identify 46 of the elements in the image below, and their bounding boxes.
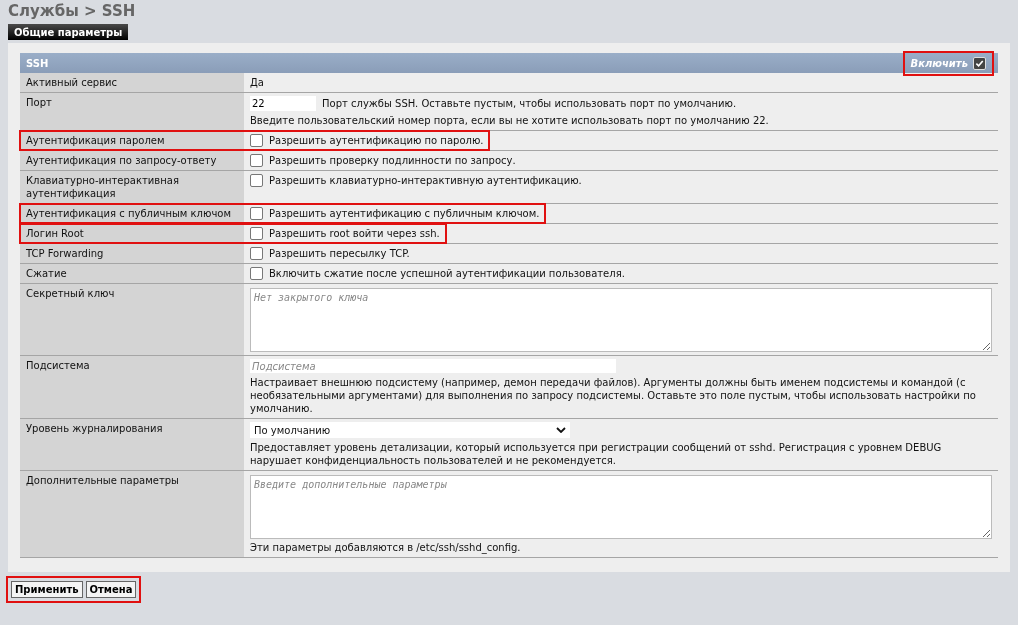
field-label: Аутентификация паролем: [20, 131, 244, 150]
field-label: Клавиатурно-интерактивная аутентификация: [20, 171, 244, 203]
form-button[interactable]: Отмена: [85, 581, 137, 598]
checkbox-label: Разрешить root войти через ssh.: [269, 227, 440, 240]
field-label: TCP Forwarding: [20, 244, 244, 263]
checkbox-label: Разрешить аутентификацию с публичным ключом.: [269, 207, 540, 220]
field-description: Настраивает внешнюю подсистему (например, демон передачи файлов). Аргументы должны быть именем подсистемы и командой (с необязательными аргументами) для выполнения по запросу подсистемы. Оставьте это поле пустым, чтобы использовать настройки по умолчанию.: [250, 376, 977, 415]
field-label: Аутентификация по запросу-ответу: [20, 151, 244, 170]
input-field[interactable]: Подсистема: [250, 359, 616, 373]
checkbox[interactable]: [250, 154, 263, 167]
field-label: Аутентификация с публичным ключом: [20, 204, 244, 223]
checkbox[interactable]: [250, 227, 263, 240]
enable-checkbox[interactable]: [973, 56, 986, 70]
field-label: Сжатие: [20, 264, 244, 283]
field-label: Дополнительные параметры: [20, 471, 244, 557]
port-input[interactable]: 22: [250, 96, 316, 111]
chevron-down-icon: [556, 427, 566, 433]
tab[interactable]: Общие параметры: [8, 24, 129, 40]
field-label: Порт: [20, 93, 244, 130]
section-title: SSH: [26, 57, 49, 69]
field-value: Да: [250, 77, 264, 88]
text-area[interactable]: Нет закрытого ключа: [250, 288, 992, 352]
field-description: Эти параметры добавляются в /etc/ssh/sshd_config.: [250, 541, 522, 554]
checkbox-label: Разрешить пересылку TCP.: [269, 247, 410, 260]
page-title: Службы > SSH: [8, 2, 137, 22]
checkbox-label: Разрешить проверку подлинности по запросу.: [269, 154, 516, 167]
checkbox[interactable]: [250, 207, 263, 220]
field-description: Предоставляет уровень детализации, который используется при регистрации сообщений от sshd. Регистрация с уровнем DEBUG нарушает конфиденциальность пользователей и не рекомендуется.: [250, 441, 943, 467]
checkbox[interactable]: [250, 174, 263, 187]
checkbox[interactable]: [250, 267, 263, 280]
field-label: Логин Root: [20, 224, 244, 243]
checkbox-label: Разрешить клавиатурно-интерактивную аутентификацию.: [269, 174, 582, 187]
checkbox-label: Включить сжатие после успешной аутентификации пользователя.: [269, 267, 625, 280]
checkbox-label: Разрешить аутентификацию по паролю.: [269, 134, 484, 147]
checkbox[interactable]: [250, 134, 263, 147]
field-hint: Порт службы SSH. Оставьте пустым, чтобы использовать порт по умолчанию.: [322, 97, 737, 110]
field-label: Активный сервис: [20, 73, 244, 92]
form-button[interactable]: Применить: [11, 581, 83, 598]
enable-label: Включить: [910, 57, 968, 69]
field-description: Введите пользовательский номер порта, если вы не хотите использовать порт по умолчанию 22.: [250, 114, 770, 127]
dropdown[interactable]: По умолчанию: [250, 422, 570, 438]
field-label: Секретный ключ: [20, 284, 244, 355]
text-area[interactable]: Введите дополнительные параметры: [250, 475, 992, 539]
checkbox[interactable]: [250, 247, 263, 260]
field-label: Подсистема: [20, 356, 244, 418]
field-label: Уровень журналирования: [20, 419, 244, 470]
